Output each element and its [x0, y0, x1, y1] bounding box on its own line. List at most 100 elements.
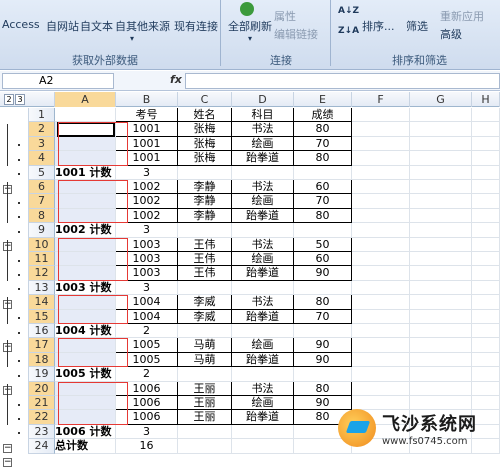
cell-a5[interactable]: 1001 计数	[55, 165, 116, 180]
cell-d23[interactable]	[232, 424, 294, 440]
cell-a8[interactable]	[55, 208, 116, 224]
cell-b15[interactable]: 1004	[116, 309, 178, 324]
cell-e3[interactable]: 70	[294, 136, 352, 152]
row-header[interactable]: 2	[29, 122, 55, 137]
row-header[interactable]: 17	[29, 338, 55, 353]
cell-e13[interactable]	[294, 280, 352, 296]
cell-h2[interactable]	[472, 122, 500, 137]
cell-a21[interactable]	[55, 396, 116, 411]
cell-h13[interactable]	[472, 280, 500, 296]
cell-b19[interactable]: 2	[116, 367, 178, 382]
row-header[interactable]: 3	[29, 136, 55, 152]
cell-h16[interactable]	[472, 324, 500, 339]
row-header[interactable]: 16	[29, 324, 55, 339]
cell-f3[interactable]	[352, 136, 410, 152]
cell-g16[interactable]	[410, 324, 472, 339]
cell-g10[interactable]	[410, 237, 472, 252]
sort-az-icon[interactable]: A↓Z	[338, 6, 359, 16]
cell-b20[interactable]: 1006	[116, 381, 178, 396]
chevron-down-icon[interactable]: ▾	[248, 34, 252, 43]
cell-g7[interactable]	[410, 194, 472, 209]
from-access-button[interactable]: Access	[2, 18, 40, 31]
cell-g12[interactable]	[410, 266, 472, 281]
cell-c13[interactable]	[178, 280, 232, 296]
cell-e4[interactable]: 80	[294, 151, 352, 166]
existing-connections-button[interactable]: 现有连接	[174, 18, 218, 34]
cell-f16[interactable]	[352, 324, 410, 339]
cell-b4[interactable]: 1001	[116, 151, 178, 166]
edit-links-button[interactable]: 编辑链接	[274, 26, 318, 42]
cell-c22[interactable]: 王丽	[178, 410, 232, 425]
cell-a7[interactable]	[55, 194, 116, 209]
cell-f6[interactable]	[352, 180, 410, 195]
cell-f15[interactable]	[352, 309, 410, 324]
spreadsheet-grid[interactable]: 2 3 A B C D E F G H −−−−−−− 1考号姓名科目成绩210…	[0, 92, 500, 467]
cell-b18[interactable]: 1005	[116, 352, 178, 368]
row-header[interactable]: 12	[29, 266, 55, 281]
cell-e8[interactable]: 80	[294, 208, 352, 224]
outline-level-3-button[interactable]: 3	[15, 94, 25, 105]
cell-b11[interactable]: 1003	[116, 252, 178, 267]
cell-h15[interactable]	[472, 309, 500, 324]
cell-b5[interactable]: 3	[116, 165, 178, 180]
row-header[interactable]: 20	[29, 381, 55, 396]
cell-a19[interactable]: 1005 计数	[55, 367, 116, 382]
column-header-e[interactable]: E	[294, 92, 352, 107]
cell-a16[interactable]: 1004 计数	[55, 324, 116, 339]
collapse-group-button[interactable]: −	[3, 458, 12, 467]
cell-h6[interactable]	[472, 180, 500, 195]
cell-g19[interactable]	[410, 367, 472, 382]
cell-b12[interactable]: 1003	[116, 266, 178, 281]
cell-d5[interactable]	[232, 165, 294, 180]
cell-c23[interactable]	[178, 424, 232, 440]
cell-f17[interactable]	[352, 338, 410, 353]
select-all-corner[interactable]	[29, 92, 55, 107]
cell-a24[interactable]: 总计数	[55, 439, 116, 454]
cell-c8[interactable]: 李静	[178, 208, 232, 224]
row-header[interactable]: 13	[29, 280, 55, 296]
cell-a15[interactable]	[55, 309, 116, 324]
cell-d14[interactable]: 书法	[232, 295, 294, 310]
cell-g2[interactable]	[410, 122, 472, 137]
cell-f8[interactable]	[352, 208, 410, 224]
cell-b14[interactable]: 1004	[116, 295, 178, 310]
row-header[interactable]: 22	[29, 410, 55, 425]
cell-d8[interactable]: 跆拳道	[232, 208, 294, 224]
cell-c3[interactable]: 张梅	[178, 136, 232, 152]
cell-c9[interactable]	[178, 223, 232, 238]
cell-c17[interactable]: 马萌	[178, 338, 232, 353]
sort-button[interactable]: 排序...	[362, 18, 395, 34]
cell-b10[interactable]: 1003	[116, 237, 178, 252]
cell-f7[interactable]	[352, 194, 410, 209]
cell-h19[interactable]	[472, 367, 500, 382]
cell-g5[interactable]	[410, 165, 472, 180]
cell-g8[interactable]	[410, 208, 472, 224]
cell-c20[interactable]: 王丽	[178, 381, 232, 396]
cell-d18[interactable]: 跆拳道	[232, 352, 294, 368]
cell-h14[interactable]	[472, 295, 500, 310]
cell-h7[interactable]	[472, 194, 500, 209]
cell-f19[interactable]	[352, 367, 410, 382]
cell-d20[interactable]: 书法	[232, 381, 294, 396]
cell-b1[interactable]: 考号	[116, 108, 178, 123]
cell-b21[interactable]: 1006	[116, 396, 178, 411]
cell-g6[interactable]	[410, 180, 472, 195]
cell-h8[interactable]	[472, 208, 500, 224]
cell-g1[interactable]	[410, 108, 472, 123]
cell-h10[interactable]	[472, 237, 500, 252]
cell-f18[interactable]	[352, 352, 410, 368]
cell-h12[interactable]	[472, 266, 500, 281]
column-header-h[interactable]: H	[472, 92, 500, 107]
cell-b22[interactable]: 1006	[116, 410, 178, 425]
cell-b17[interactable]: 1005	[116, 338, 178, 353]
sort-za-icon[interactable]: Z↓A	[338, 26, 359, 36]
cell-c6[interactable]: 李静	[178, 180, 232, 195]
cell-e20[interactable]: 80	[294, 381, 352, 396]
column-header-g[interactable]: G	[410, 92, 472, 107]
from-text-button[interactable]: 自文本	[80, 18, 113, 34]
cell-e19[interactable]	[294, 367, 352, 382]
column-header-f[interactable]: F	[352, 92, 410, 107]
cell-f20[interactable]	[352, 381, 410, 396]
row-header[interactable]: 18	[29, 352, 55, 368]
cell-d11[interactable]: 绘画	[232, 252, 294, 267]
